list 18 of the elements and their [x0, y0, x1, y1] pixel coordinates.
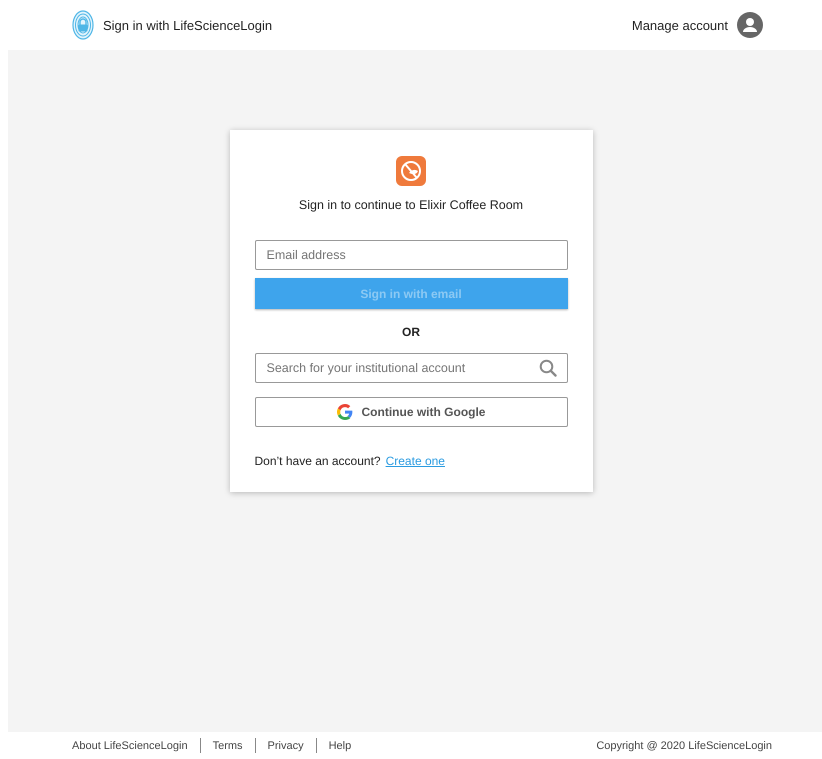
- fingerprint-lock-icon: [72, 10, 94, 40]
- manage-account-link[interactable]: Manage account: [632, 18, 728, 32]
- search-field[interactable]: Search for your institutional account: [254, 353, 568, 383]
- google-icon: [336, 404, 352, 420]
- sign-in-heading: Sign in to continue to Elixir Coffee Room: [298, 198, 524, 212]
- search-icon: [538, 359, 556, 377]
- signup-prompt: Don’t have an account?: [254, 454, 381, 468]
- or-divider: OR: [401, 325, 421, 339]
- email-field[interactable]: Email address: [254, 240, 568, 270]
- footer-link[interactable]: Help: [328, 740, 352, 752]
- footer-link[interactable]: Privacy: [268, 740, 304, 752]
- google-button[interactable]: Continue with Google: [254, 397, 568, 427]
- copyright-text: Copyright @ 2020 LifeScienceLogin: [596, 740, 772, 752]
- footer-link[interactable]: About LifeScienceLogin: [72, 740, 188, 752]
- avatar-icon[interactable]: [736, 11, 764, 39]
- app-logo-icon: [396, 156, 426, 186]
- site-title: Sign in with LifeScienceLogin: [103, 18, 272, 32]
- footer-link[interactable]: Terms: [212, 740, 243, 752]
